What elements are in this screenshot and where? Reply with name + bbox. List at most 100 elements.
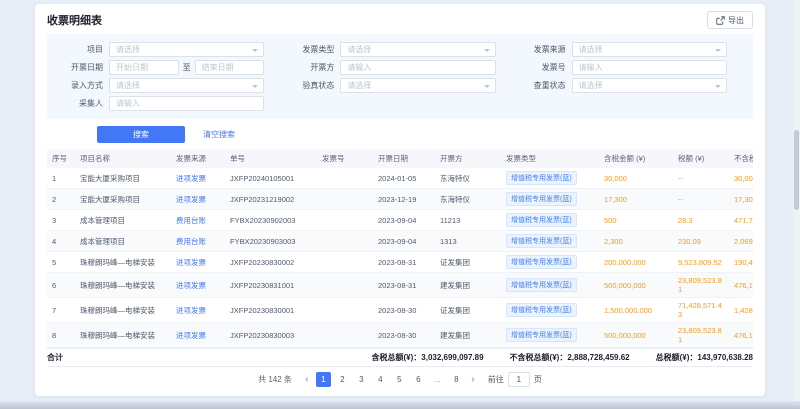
verify-status-select-placeholder: 请选择 <box>347 80 371 91</box>
invoice-type-cell: 增值税专用发票(蓝) <box>501 168 599 189</box>
filter-row-3: 录入方式 请选择 验真状态 请选择 查重状态 请选择 <box>49 78 743 93</box>
issuer-input[interactable] <box>340 60 495 75</box>
amount-with-tax-cell: 17,300 <box>599 189 673 210</box>
order-number-cell: FYBX20230902003 <box>225 210 317 231</box>
page-title: 收票明细表 <box>47 12 102 28</box>
issuer-cell: 东海特仪 <box>435 189 501 210</box>
duplicate-status-select[interactable]: 请选择 <box>572 78 727 93</box>
page-button-1[interactable]: 1 <box>316 372 331 387</box>
invoice-source-link[interactable]: 进项发票 <box>176 306 206 315</box>
invoice-source-cell: 费用台账 <box>171 231 225 252</box>
collector-input[interactable] <box>109 96 264 111</box>
chevron-down-icon <box>715 49 721 52</box>
invoice-source-link[interactable]: 进项发票 <box>176 281 206 290</box>
page-button-2[interactable]: 2 <box>335 372 350 387</box>
table-row[interactable]: 4 成本管理项目 费用台账 FYBX20230903003 2023-09-04… <box>47 231 753 252</box>
page-button-4[interactable]: 4 <box>373 372 388 387</box>
invoice-source-cell: 进项发票 <box>171 189 225 210</box>
table-row[interactable]: 8 珠穆朗玛峰—电梯安装 进项发票 JXFP20230830003 2023-0… <box>47 323 753 348</box>
table-row[interactable]: 5 珠穆朗玛峰—电梯安装 进项发票 JXFP20230830002 2023-0… <box>47 252 753 273</box>
project-name-cell: 宝能大厦采购项目 <box>75 168 171 189</box>
page-button-6[interactable]: 6 <box>411 372 426 387</box>
column-header: 单号 <box>225 149 317 168</box>
invoice-no-input[interactable] <box>572 60 727 75</box>
chevron-down-icon <box>252 49 258 52</box>
project-label: 项目 <box>49 44 103 55</box>
tax-amount-cell: -- <box>673 189 729 210</box>
invoice-date-cell: 2023-09-04 <box>373 231 435 252</box>
page-button-5[interactable]: 5 <box>392 372 407 387</box>
invoice-date-label: 开票日期 <box>49 62 103 73</box>
search-button[interactable]: 搜索 <box>97 126 185 143</box>
project-name-cell: 成本管理项目 <box>75 231 171 252</box>
chevron-down-icon <box>715 85 721 88</box>
order-number-cell: JXFP20240105001 <box>225 168 317 189</box>
row-index-cell: 4 <box>47 231 75 252</box>
amount-with-tax-cell: 2,300 <box>599 231 673 252</box>
start-date-input[interactable] <box>109 60 179 75</box>
invoice-type-tag: 增值税专用发票(蓝) <box>506 303 577 317</box>
project-select-placeholder: 请选择 <box>116 44 140 55</box>
table-row[interactable]: 2 宝能大厦采购项目 进项发票 JXFP20231219002 2023-12-… <box>47 189 753 210</box>
table-row[interactable]: 6 珠穆朗玛峰—电梯安装 进项发票 JXFP20230831001 2023-0… <box>47 273 753 298</box>
chevron-down-icon <box>484 49 490 52</box>
filter-row-2: 开票日期 至 开票方 发票号 <box>49 60 743 75</box>
invoice-date-cell: 2023-12-19 <box>373 189 435 210</box>
prev-page-button[interactable]: ‹ <box>300 372 314 387</box>
verify-status-select[interactable]: 请选择 <box>340 78 495 93</box>
invoice-source-cell: 进项发票 <box>171 323 225 348</box>
end-date-input[interactable] <box>195 60 265 75</box>
amount-without-tax-cell: 476,190,476.19 <box>729 273 753 298</box>
entry-method-select-placeholder: 请选择 <box>116 80 140 91</box>
invoice-source-cell: 进项发票 <box>171 168 225 189</box>
total-tax-label: 总税额(¥)： <box>656 353 698 362</box>
page-scrollbar[interactable] <box>793 0 800 409</box>
table-row[interactable]: 3 成本管理项目 费用台账 FYBX20230902003 2023-09-04… <box>47 210 753 231</box>
project-select[interactable]: 请选择 <box>109 42 264 57</box>
total-with-tax-label: 含税总额(¥)： <box>371 353 421 362</box>
collector-label: 采集人 <box>49 98 103 109</box>
clear-search-button[interactable]: 清空搜索 <box>195 126 243 143</box>
invoice-date-cell: 2023-08-30 <box>373 323 435 348</box>
invoice-source-link[interactable]: 费用台账 <box>176 237 206 246</box>
invoice-source-link[interactable]: 进项发票 <box>176 174 206 183</box>
amount-with-tax-cell: 500 <box>599 210 673 231</box>
invoice-detail-card: 收票明细表 导出 项目 请选择 发票类型 <box>35 4 765 396</box>
table-row[interactable]: 1 宝能大厦采购项目 进项发票 JXFP20240105001 2024-01-… <box>47 168 753 189</box>
project-name-cell: 宝能大厦采购项目 <box>75 189 171 210</box>
summary-row: 合计 含税总额(¥)：3,032,699,097.89 不含税总额(¥)：2,8… <box>47 348 753 367</box>
invoice-number-cell <box>317 210 373 231</box>
invoice-type-tag: 增值税专用发票(蓝) <box>506 171 577 185</box>
invoice-type-cell: 增值税专用发票(蓝) <box>501 189 599 210</box>
order-number-cell: JXFP20230830002 <box>225 252 317 273</box>
column-header: 不含税金额 (¥) <box>729 149 753 168</box>
invoice-source-link[interactable]: 进项发票 <box>176 331 206 340</box>
invoice-no-label: 发票号 <box>512 62 566 73</box>
invoice-source-link[interactable]: 费用台账 <box>176 216 206 225</box>
table-body: 1 宝能大厦采购项目 进项发票 JXFP20240105001 2024-01-… <box>47 168 753 348</box>
invoice-type-tag: 增值税专用发票(蓝) <box>506 278 577 292</box>
invoice-type-select[interactable]: 请选择 <box>340 42 495 57</box>
page-button-8[interactable]: 8 <box>449 372 464 387</box>
goto-page-input[interactable] <box>508 372 530 387</box>
invoice-source-link[interactable]: 进项发票 <box>176 258 206 267</box>
row-index-cell: 3 <box>47 210 75 231</box>
invoice-source-link[interactable]: 进项发票 <box>176 195 206 204</box>
issuer-cell: 东海特仪 <box>435 168 501 189</box>
next-page-button[interactable]: › <box>466 372 480 387</box>
page-button-3[interactable]: 3 <box>354 372 369 387</box>
amount-without-tax-cell: 17,300 <box>729 189 753 210</box>
export-button[interactable]: 导出 <box>707 11 753 29</box>
export-icon <box>716 16 725 25</box>
invoice-source-select[interactable]: 请选择 <box>572 42 727 57</box>
filter-row-1: 项目 请选择 发票类型 请选择 发票来源 请选择 <box>49 42 743 57</box>
issuer-cell: 证发集团 <box>435 252 501 273</box>
tax-amount-cell: -- <box>673 168 729 189</box>
invoice-number-cell <box>317 298 373 323</box>
entry-method-select[interactable]: 请选择 <box>109 78 264 93</box>
scrollbar-thumb[interactable] <box>794 130 799 210</box>
issuer-cell: 证发集团 <box>435 298 501 323</box>
amount-without-tax-cell: 2,069.91 <box>729 231 753 252</box>
invoice-table: 序号项目名称发票来源单号发票号开票日期开票方发票类型含税金额 (¥)税额 (¥)… <box>47 149 753 348</box>
table-row[interactable]: 7 珠穆朗玛峰—电梯安装 进项发票 JXFP20230830001 2023-0… <box>47 298 753 323</box>
